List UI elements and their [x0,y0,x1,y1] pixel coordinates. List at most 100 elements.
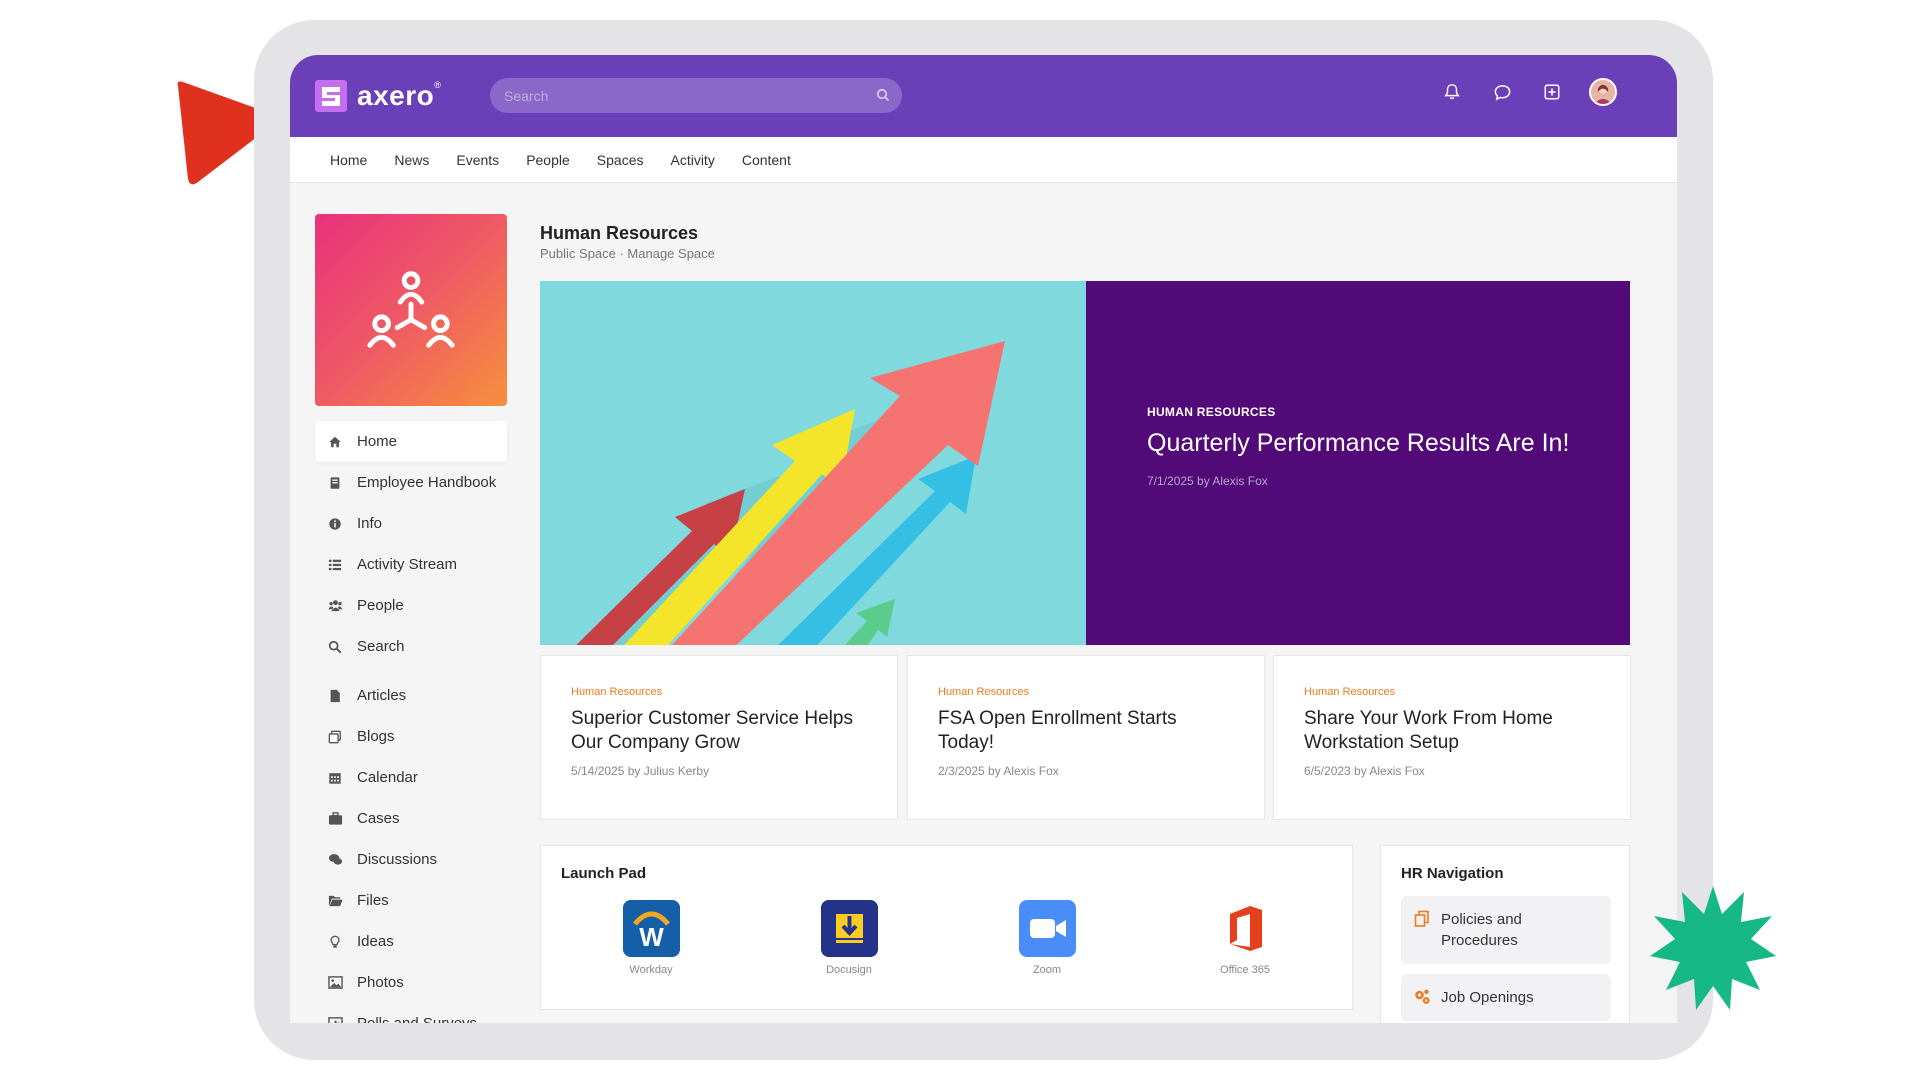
launch-pad-title: Launch Pad [561,865,647,882]
sidebar-item-photos[interactable]: Photos [315,962,507,1003]
sidebar-item-label: Cases [357,810,400,827]
nav-events[interactable]: Events [456,152,499,168]
nav-people[interactable]: People [526,152,570,168]
featured-article[interactable]: HUMAN RESOURCES Quarterly Performance Re… [540,281,1630,645]
article-card[interactable]: Human Resources Superior Customer Servic… [540,655,898,820]
article-card[interactable]: Human Resources Share Your Work From Hom… [1273,655,1631,820]
hr-nav-policies-and-procedures[interactable]: Policies and Procedures [1401,896,1611,964]
sidebar-item-cases[interactable]: Cases [315,798,507,839]
card-category[interactable]: Human Resources [1304,686,1600,698]
documents-icon [1414,910,1429,927]
card-category[interactable]: Human Resources [571,686,867,698]
calendar-icon [327,770,343,786]
growth-arrows-image [540,281,1086,645]
image-icon [327,975,343,991]
file-icon [327,688,343,704]
app-workday[interactable]: W Workday [601,900,701,976]
sidebar-item-blogs[interactable]: Blogs [315,716,507,757]
search-icon [327,639,343,655]
featured-title[interactable]: Quarterly Performance Results Are In! [1147,429,1570,458]
sidebar-item-polls-and-surveys[interactable]: Polls and Surveys [315,1003,507,1023]
add-square-icon[interactable] [1539,79,1565,105]
sidebar-item-label: Photos [357,974,404,991]
card-title[interactable]: Share Your Work From Home Workstation Se… [1304,707,1600,755]
app-name: Docusign [826,964,872,976]
app-zoom[interactable]: Zoom [997,900,1097,976]
app-docusign[interactable]: Docusign [799,900,899,976]
chat-icon[interactable] [1489,79,1515,105]
sidebar-item-label: Discussions [357,851,438,868]
sidebar-item-info[interactable]: Info [315,503,507,544]
sidebar-item-label: Blogs [357,728,395,745]
folder-icon [327,893,343,909]
sidebar-item-files[interactable]: Files [315,880,507,921]
nav-activity[interactable]: Activity [670,152,714,168]
hr-nav-label: Policies and Procedures [1441,911,1522,949]
gears-icon [1415,989,1430,1004]
brand-name: axero® [357,80,442,111]
launch-pad-widget: Launch Pad W Workday Docusign Zoom Offic… [540,845,1353,1010]
team-structure-icon [367,271,455,348]
zoom-icon [1018,900,1076,957]
sidebar-item-label: Ideas [357,933,394,950]
sidebar-item-label: Home [357,433,398,450]
sidebar-item-articles[interactable]: Articles [315,675,507,716]
sidebar-item-employee-handbook[interactable]: Employee Handbook [315,462,507,503]
sidebar-divider [315,667,507,675]
search-input[interactable]: Search [490,78,902,113]
users-icon [327,598,343,614]
search-icon[interactable] [876,88,890,102]
nav-spaces[interactable]: Spaces [597,152,644,168]
featured-category[interactable]: HUMAN RESOURCES [1147,405,1570,419]
bell-icon[interactable] [1439,79,1465,105]
sidebar-item-label: People [357,597,404,614]
card-title[interactable]: Superior Customer Service Helps Our Comp… [571,707,867,755]
header-actions [1439,78,1617,106]
sidebar-item-label: Files [357,892,389,909]
space-sidebar: Home Employee Handbook Info Activity Str… [315,421,507,1023]
primary-nav: Home News Events People Spaces Activity … [290,137,1677,183]
user-avatar[interactable] [1589,78,1617,106]
hr-nav-label: Job Openings [1441,989,1534,1006]
sidebar-item-people[interactable]: People [315,585,507,626]
sidebar-item-search[interactable]: Search [315,626,507,667]
starburst-decoration [1650,886,1776,1010]
svg-text:W: W [639,922,664,952]
card-meta: 2/3/2025 by Alexis Fox [938,764,1059,778]
brand-logo[interactable]: axero® [314,79,441,113]
sidebar-item-home[interactable]: Home [315,421,507,462]
hr-navigation-widget: HR Navigation Policies and Procedures Jo… [1380,845,1630,1023]
sidebar-item-label: Articles [357,687,407,704]
app-name: Zoom [1032,964,1062,976]
axero-logo-icon [315,80,347,112]
top-header: axero® Search [290,55,1677,137]
featured-article-panel: HUMAN RESOURCES Quarterly Performance Re… [1086,281,1630,645]
nav-news[interactable]: News [394,152,429,168]
sidebar-item-activity-stream[interactable]: Activity Stream [315,544,507,585]
info-icon [327,516,343,532]
sidebar-item-label: Polls and Surveys [357,1015,477,1023]
nav-content[interactable]: Content [742,152,791,168]
sidebar-item-label: Search [357,638,405,655]
bar-chart-icon [327,1016,343,1023]
card-title[interactable]: FSA Open Enrollment Starts Today! [938,707,1234,755]
docusign-icon [820,900,878,957]
hr-nav-job-openings[interactable]: Job Openings [1401,974,1611,1021]
app-name: Office 365 [1220,964,1270,976]
nav-home[interactable]: Home [330,152,367,168]
sidebar-item-label: Employee Handbook [357,474,497,491]
book-icon [327,475,343,491]
search-placeholder: Search [504,87,549,104]
sidebar-item-calendar[interactable]: Calendar [315,757,507,798]
briefcase-icon [327,811,343,827]
article-card[interactable]: Human Resources FSA Open Enrollment Star… [907,655,1265,820]
app-name: Workday [629,964,673,976]
space-subtitle[interactable]: Public Space · Manage Space [540,246,715,261]
card-category[interactable]: Human Resources [938,686,1234,698]
app-office-365[interactable]: Office 365 [1195,900,1295,976]
sidebar-item-discussions[interactable]: Discussions [315,839,507,880]
workday-icon: W [622,900,680,957]
growth-arrows-illustration [540,281,1086,645]
sidebar-item-ideas[interactable]: Ideas [315,921,507,962]
card-meta: 5/14/2025 by Julius Kerby [571,764,710,778]
